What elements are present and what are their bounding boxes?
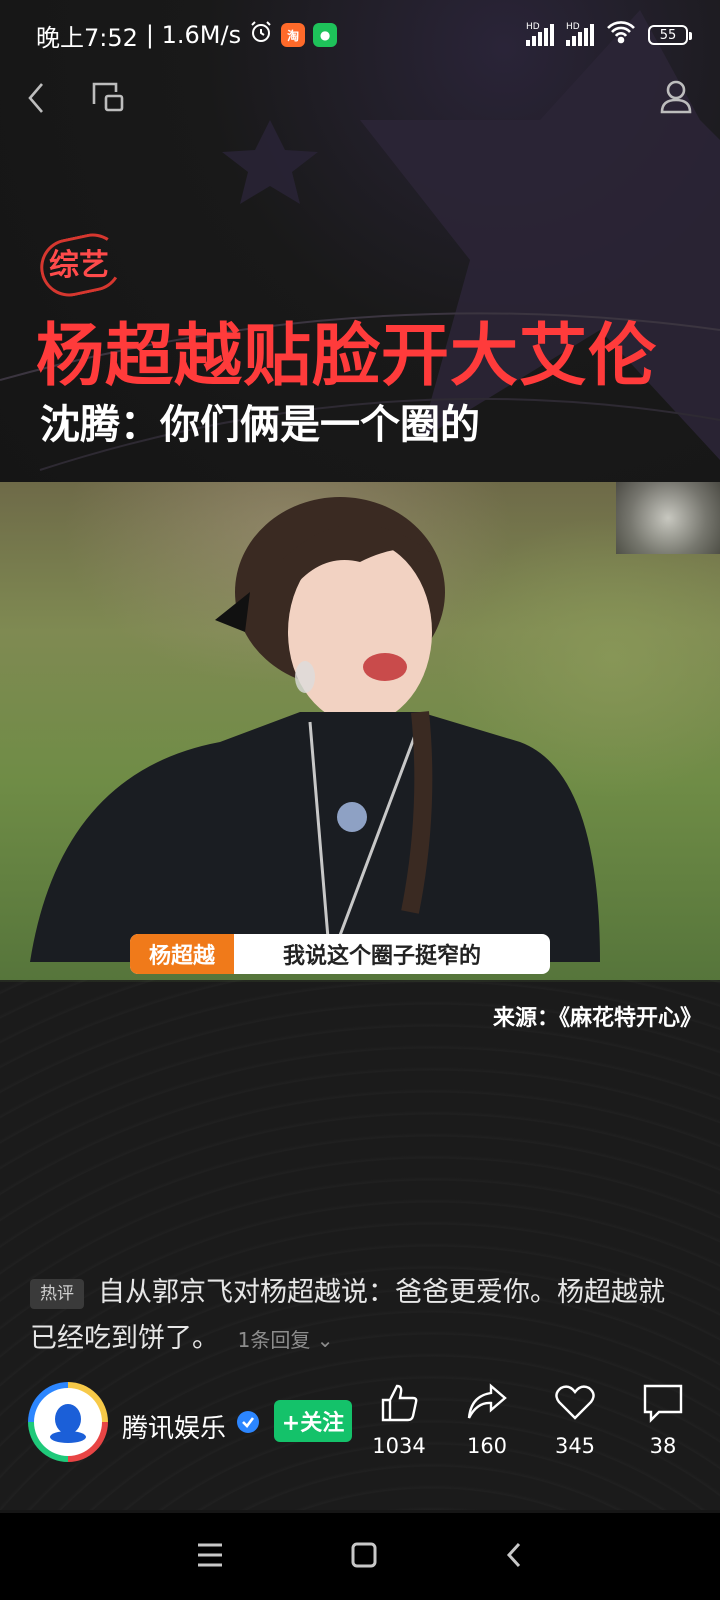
video-player[interactable]: 杨超越 我说这个圈子挺窄的 (0, 482, 720, 982)
comment-bubble-icon (643, 1384, 683, 1423)
wifi-icon (606, 20, 636, 50)
signal-2-label: HD (566, 22, 580, 32)
status-bar: 晚上7:52 | 1.6M/s 淘 ● HD HD 55 (0, 0, 720, 70)
system-navigation-bar (0, 1513, 720, 1600)
home-square-icon[interactable] (349, 1540, 379, 1574)
back-arrow-icon[interactable] (22, 78, 52, 122)
video-frame-image (30, 497, 600, 963)
menu-icon[interactable] (195, 1541, 225, 1573)
category-badge: 综艺 (40, 232, 118, 292)
like-button[interactable]: 1034 (364, 1380, 434, 1458)
share-arrow-icon (467, 1383, 507, 1419)
author-name[interactable]: 腾讯娱乐 (122, 1408, 226, 1445)
comment-count: 38 (649, 1434, 677, 1458)
verified-badge-icon (236, 1410, 260, 1434)
thumbs-up-icon (381, 1384, 418, 1422)
heart-icon (555, 1385, 595, 1420)
author-avatar[interactable] (28, 1382, 108, 1462)
system-back-icon[interactable] (503, 1540, 525, 1574)
source-credit: 来源：《麻花特开心》 (492, 1006, 702, 1031)
engagement-bar: 腾讯娱乐 +关注 1034 160 345 38 (0, 1370, 720, 1480)
hot-comment-badge: 热评 (30, 1278, 84, 1309)
favorite-count: 345 (554, 1434, 596, 1458)
chevron-down-icon: ⌄ (316, 1328, 334, 1352)
penguin-logo-icon (50, 1404, 86, 1443)
battery-indicator: 55 (648, 25, 692, 45)
network-speed: | 1.6M/s (145, 21, 242, 49)
hot-comment[interactable]: 热评 自从郭京飞对杨超越说：爸爸更爱你。杨超越就已经吃到饼了。 1条回复 ⌄ (30, 1270, 690, 1363)
top-navigation (0, 70, 720, 126)
video-subtitle-text: 我说这个圈子挺窄的 (282, 944, 481, 969)
share-count: 160 (466, 1434, 508, 1458)
taobao-app-icon: 淘 (281, 23, 306, 47)
favorite-button[interactable]: 345 (540, 1380, 610, 1458)
reply-link-label: 1条回复 (237, 1328, 311, 1352)
hot-comment-text: 自从郭京飞对杨超越说：爸爸更爱你。杨超越就已经吃到饼了。 (30, 1277, 665, 1354)
speaker-name-tag: 杨超越 (130, 934, 234, 974)
status-time: 晚上7:52 (36, 23, 138, 52)
share-button[interactable]: 160 (452, 1380, 522, 1458)
follow-button[interactable]: +关注 (274, 1400, 352, 1442)
video-subtitle-bar: 杨超越 我说这个圈子挺窄的 (130, 934, 550, 974)
like-count: 1034 (372, 1434, 426, 1458)
reply-link[interactable]: 1条回复 ⌄ (238, 1328, 334, 1352)
article-subtitle: 沈腾：你们俩是一个圈的 (40, 402, 480, 448)
user-profile-icon[interactable] (658, 78, 694, 118)
comment-button[interactable]: 38 (628, 1380, 698, 1458)
article-title: 杨超越贴脸开大艾伦 (36, 317, 658, 396)
watermark-logo (616, 482, 720, 554)
cell-signal-1-icon: HD (526, 22, 554, 46)
floating-window-icon[interactable] (90, 78, 126, 118)
wechat-app-icon: ● (313, 23, 338, 47)
cell-signal-2-icon: HD (566, 22, 594, 46)
alarm-icon (249, 20, 273, 50)
signal-1-label: HD (526, 22, 540, 32)
